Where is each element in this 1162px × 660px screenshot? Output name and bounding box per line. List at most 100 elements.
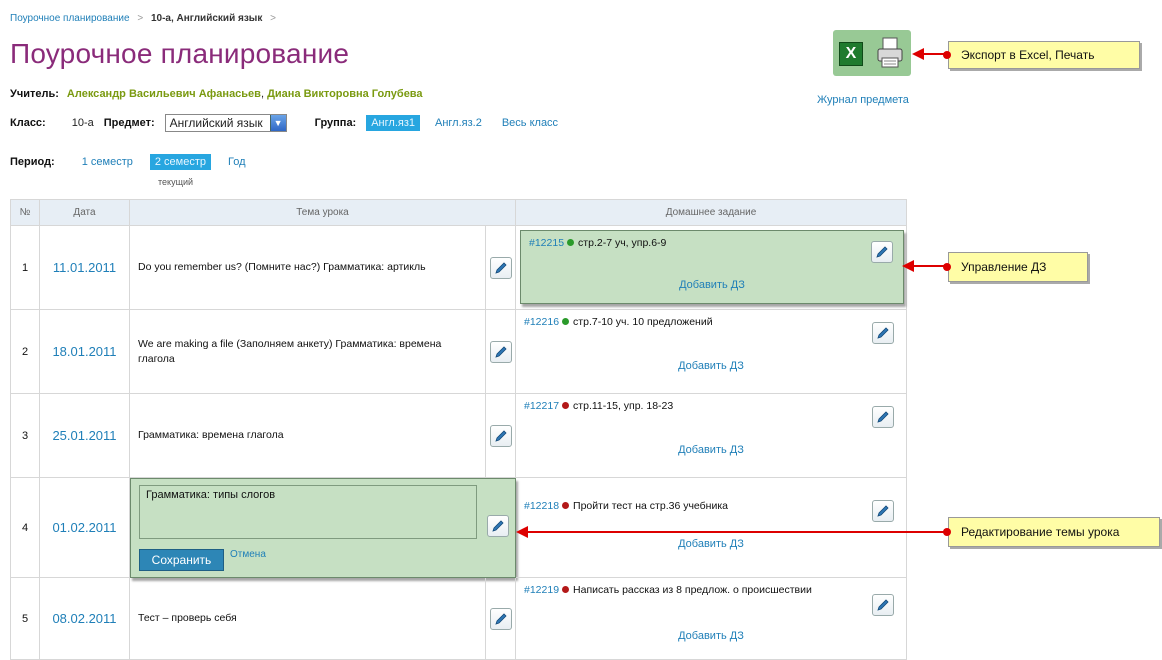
status-dot-green [567, 239, 575, 246]
subject-select-value: Английский язык [169, 116, 263, 130]
chevron-down-icon[interactable]: ▼ [269, 115, 286, 131]
group-chip-1[interactable]: Англ.яз1 [366, 115, 420, 131]
add-homework-link[interactable]: Добавить ДЗ [516, 360, 906, 372]
topic-edit-panel: Грамматика: типы слогов Сохранить Отмена [130, 478, 516, 578]
pencil-icon [494, 429, 507, 442]
topic-edit-cell [486, 226, 516, 310]
homework-id-link[interactable]: #12217 [524, 400, 559, 412]
subject-select[interactable]: Английский язык ▼ [164, 114, 287, 132]
period-option-1[interactable]: 1 семестр [77, 154, 138, 170]
teacher-row: Учитель: Александр Васильевич Афанасьев,… [10, 88, 423, 100]
export-callout: Экспорт в Excel, Печать [943, 41, 1140, 69]
pencil-icon [494, 261, 507, 274]
header-num: № [10, 199, 40, 226]
row-date-link[interactable]: 08.02.2011 [40, 578, 130, 660]
header-homework: Домашнее задание [516, 199, 907, 226]
row-topic: Do you remember us? (Помните нас?) Грамм… [130, 226, 486, 310]
status-dot-red [562, 586, 570, 593]
pencil-icon [492, 520, 504, 532]
period-option-3[interactable]: Год [223, 154, 251, 170]
row-topic: Грамматика: времена глагола [130, 394, 486, 478]
topic-edit-callout-text: Редактирование темы урока [961, 525, 1120, 539]
edit-homework-button[interactable] [872, 594, 894, 616]
homework-text: стр.11-15, упр. 18-23 [573, 400, 674, 412]
pencil-icon [877, 327, 889, 339]
group-label: Группа: [314, 117, 357, 129]
pencil-icon [877, 505, 889, 517]
export-callout-text: Экспорт в Excel, Печать [961, 48, 1095, 62]
header-topic: Тема урока [130, 199, 516, 226]
add-homework-link[interactable]: Добавить ДЗ [516, 538, 906, 550]
topic-edit-cell [486, 310, 516, 394]
subject-label: Предмет: [103, 117, 155, 129]
status-dot-green [562, 318, 570, 325]
row-date-link[interactable]: 01.02.2011 [40, 478, 130, 578]
row-topic: We are making a file (Заполняем анкету) … [130, 310, 486, 394]
edit-topic-button[interactable] [489, 256, 512, 279]
row-date-link[interactable]: 25.01.2011 [40, 394, 130, 478]
header-date: Дата [40, 199, 130, 226]
period-option-2[interactable]: 2 семестр [149, 154, 212, 170]
page-title: Поурочное планирование [10, 38, 350, 69]
teacher-separator: , [260, 88, 265, 100]
homework-block-highlight: #12215 стр.2-7 уч, упр.6-9 Добавить ДЗ [520, 230, 904, 304]
period-current-note: текущий [158, 177, 194, 187]
breadcrumb-separator: > [137, 13, 144, 24]
homework-cell: #12219 Написать рассказ из 8 предлож. о п… [516, 578, 907, 660]
pencil-icon [494, 612, 507, 625]
add-homework-link[interactable]: Добавить ДЗ [516, 444, 906, 456]
edit-topic-button[interactable] [489, 607, 512, 630]
edit-topic-button[interactable] [487, 515, 509, 537]
homework-cell: #12218 Пройти тест на стр.36 учебника Доб… [516, 478, 907, 578]
add-homework-link[interactable]: Добавить ДЗ [521, 279, 903, 291]
excel-icon[interactable]: X [839, 42, 863, 66]
cancel-link[interactable]: Отмена [230, 549, 266, 560]
edit-homework-button[interactable] [872, 322, 894, 344]
topic-edit-textarea[interactable]: Грамматика: типы слогов [139, 485, 477, 539]
homework-id-link[interactable]: #12216 [524, 316, 559, 328]
subject-journal-link[interactable]: Журнал предмета [817, 94, 909, 106]
save-button[interactable]: Сохранить [139, 549, 224, 571]
edit-topic-button[interactable] [489, 424, 512, 447]
breadcrumb-separator-tail: > [270, 13, 276, 24]
homework-text: стр.2-7 уч, упр.6-9 [578, 237, 667, 249]
row-num: 5 [10, 578, 40, 660]
pencil-icon [877, 411, 889, 423]
pencil-icon [877, 599, 889, 611]
callout-dot [943, 51, 951, 59]
group-chip-2[interactable]: Англ.яз.2 [430, 115, 487, 131]
topic-edit-callout: Редактирование темы урока [943, 517, 1160, 547]
period-row: Период: 1 семестр 2 семестр Год [10, 154, 251, 170]
edit-homework-button[interactable] [872, 500, 894, 522]
topic-arrow-line [526, 531, 948, 533]
export-toolbar: X [833, 30, 911, 76]
callout-dot [943, 528, 951, 536]
homework-text: Написать рассказ из 8 предлож. о происше… [573, 584, 812, 596]
homework-id-link[interactable]: #12219 [524, 584, 559, 596]
hw-manage-callout: Управление ДЗ [943, 252, 1088, 282]
breadcrumb-root-link[interactable]: Поурочное планирование [10, 13, 130, 24]
teacher-link-1[interactable]: Александр Васильевич Афанасьев [67, 88, 261, 100]
printer-icon[interactable] [875, 36, 905, 70]
topic-edit-cell [486, 578, 516, 660]
row-num: 1 [10, 226, 40, 310]
status-dot-red [562, 402, 570, 409]
homework-cell: #12217 стр.11-15, упр. 18-23 Добавить ДЗ [516, 394, 907, 478]
edit-homework-button[interactable] [871, 241, 893, 263]
row-date-link[interactable]: 18.01.2011 [40, 310, 130, 394]
status-dot-red [562, 502, 570, 509]
edit-homework-button[interactable] [872, 406, 894, 428]
add-homework-link[interactable]: Добавить ДЗ [516, 630, 906, 642]
homework-id-link[interactable]: #12215 [529, 237, 564, 249]
group-chip-3[interactable]: Весь класс [497, 115, 563, 131]
homework-id-link[interactable]: #12218 [524, 500, 559, 512]
topic-edit-cell [486, 394, 516, 478]
hw-manage-callout-text: Управление ДЗ [961, 260, 1047, 274]
teacher-link-2[interactable]: Диана Викторовна Голубева [267, 88, 422, 100]
teacher-label: Учитель: [10, 88, 59, 100]
breadcrumb-current: 10-а, Английский язык [150, 13, 263, 24]
edit-topic-button[interactable] [489, 340, 512, 363]
homework-cell: #12216 стр.7-10 уч. 10 предложений Добави… [516, 310, 907, 394]
row-date-link[interactable]: 11.01.2011 [40, 226, 130, 310]
row-num: 3 [10, 394, 40, 478]
